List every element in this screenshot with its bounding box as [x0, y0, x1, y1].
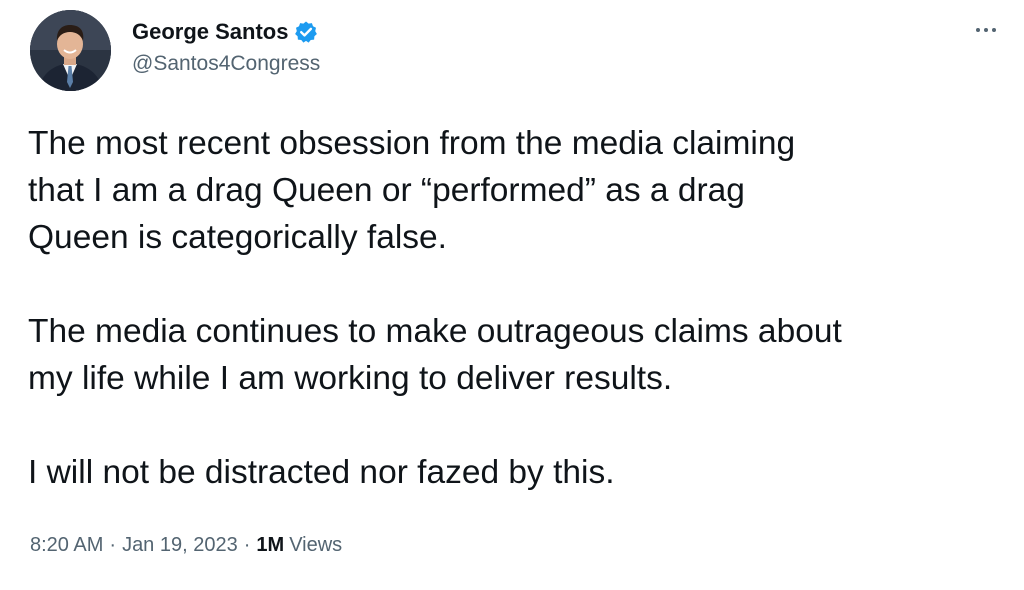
- tweet-meta: 8:20 AM · Jan 19, 2023 · 1M Views: [30, 534, 342, 557]
- tweet-text: The most recent obsession from the media…: [28, 120, 1008, 496]
- views-count[interactable]: 1M: [256, 534, 284, 557]
- user-handle[interactable]: @Santos4Congress: [132, 52, 320, 76]
- more-options-button[interactable]: [968, 16, 1004, 44]
- views-label[interactable]: Views: [289, 534, 342, 557]
- avatar[interactable]: [30, 10, 111, 91]
- meta-separator: ·: [109, 534, 117, 556]
- tweet-date[interactable]: Jan 19, 2023: [122, 534, 238, 557]
- verified-badge-icon: [294, 20, 318, 44]
- meta-separator: ·: [243, 534, 251, 556]
- display-name[interactable]: George Santos: [132, 19, 288, 45]
- tweet-paragraph: I will not be distracted nor fazed by th…: [28, 454, 615, 491]
- tweet-paragraph: The media continues to make outrageous c…: [28, 313, 842, 397]
- tweet-paragraph: The most recent obsession from the media…: [28, 125, 796, 256]
- more-horizontal-icon: [976, 28, 996, 32]
- display-name-row: George Santos: [132, 16, 318, 48]
- profile-photo-icon: [30, 10, 111, 91]
- tweet-card: George Santos @Santos4Congress The most …: [0, 0, 1024, 590]
- tweet-time[interactable]: 8:20 AM: [30, 534, 103, 557]
